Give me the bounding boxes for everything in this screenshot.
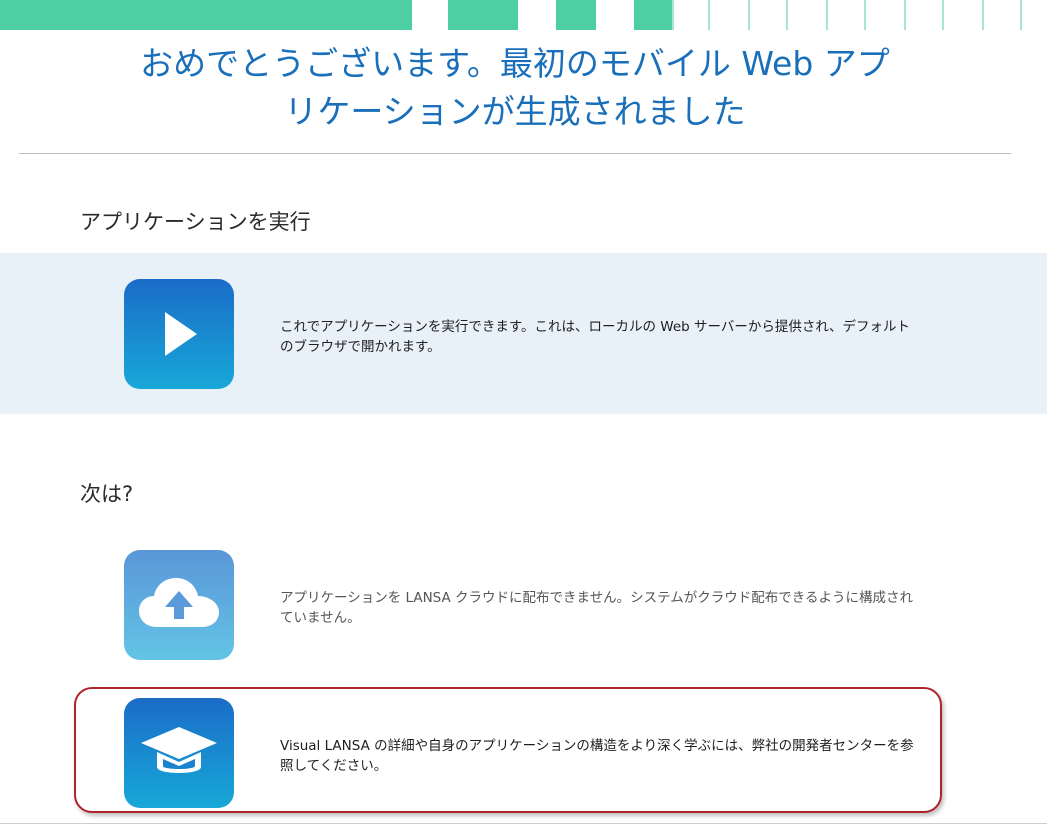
highlight-outline (74, 687, 942, 813)
deploy-to-cloud-button[interactable] (124, 550, 234, 660)
decorative-tile-strip (0, 0, 1047, 30)
welcome-page: おめでとうございます。最初のモバイル Web アプ リケーションが生成されました… (0, 0, 1047, 826)
next-section-heading: 次は? (80, 482, 134, 506)
run-application-description: これでアプリケーションを実行できます。これは、ローカルの Web サーバーから提… (280, 319, 910, 355)
page-title-line-1: おめでとうございます。最初のモバイル Web アプ (140, 44, 890, 83)
page-title-line-2: リケーションが生成されました (284, 92, 746, 131)
cloud-upload-icon (139, 578, 219, 627)
run-application-button[interactable] (124, 279, 234, 389)
bottom-border (0, 823, 1047, 824)
title-divider (19, 153, 1011, 154)
deploy-to-cloud-description: アプリケーションを LANSA クラウドに配布できません。システムがクラウド配布… (280, 590, 913, 626)
run-section-heading: アプリケーションを実行 (80, 210, 311, 234)
page-title: おめでとうございます。最初のモバイル Web アプ リケーションが生成されました (0, 40, 1030, 136)
play-icon (165, 312, 197, 356)
